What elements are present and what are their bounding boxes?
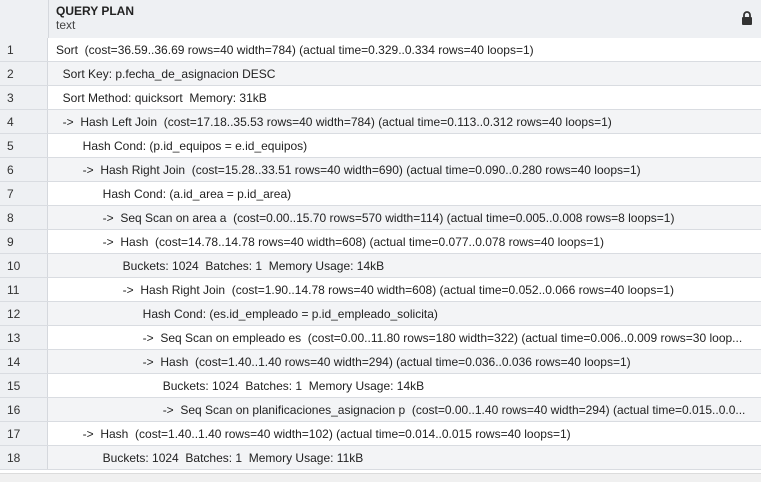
row-number: 10	[0, 254, 48, 277]
row-number: 2	[0, 62, 48, 85]
horizontal-scrollbar[interactable]	[0, 473, 761, 482]
row-number: 14	[0, 350, 48, 373]
query-plan-cell[interactable]: -> Hash (cost=1.40..1.40 rows=40 width=2…	[48, 350, 761, 373]
table-row[interactable]: 12 Hash Cond: (es.id_empleado = p.id_emp…	[0, 302, 761, 326]
query-plan-cell[interactable]: -> Hash (cost=14.78..14.78 rows=40 width…	[48, 230, 761, 253]
row-number: 5	[0, 134, 48, 157]
row-number: 16	[0, 398, 48, 421]
column-header-query-plan[interactable]: QUERY PLAN text	[49, 0, 761, 38]
query-plan-cell[interactable]: Buckets: 1024 Batches: 1 Memory Usage: 1…	[48, 254, 761, 277]
row-number: 13	[0, 326, 48, 349]
row-number: 3	[0, 86, 48, 109]
row-number: 8	[0, 206, 48, 229]
query-plan-cell[interactable]: Buckets: 1024 Batches: 1 Memory Usage: 1…	[48, 446, 761, 469]
query-plan-cell[interactable]: -> Hash (cost=1.40..1.40 rows=40 width=1…	[48, 422, 761, 445]
table-row[interactable]: 17 -> Hash (cost=1.40..1.40 rows=40 widt…	[0, 422, 761, 446]
lock-icon	[742, 11, 752, 25]
query-result-grid: QUERY PLAN text 1 Sort (cost=36.59..36.69…	[0, 0, 761, 482]
table-row[interactable]: 10 Buckets: 1024 Batches: 1 Memory Usage…	[0, 254, 761, 278]
row-number: 18	[0, 446, 48, 469]
table-row[interactable]: 16 -> Seq Scan on planificaciones_asigna…	[0, 398, 761, 422]
query-plan-cell[interactable]: Sort Method: quicksort Memory: 31kB	[48, 86, 761, 109]
row-number: 17	[0, 422, 48, 445]
table-row[interactable]: 18 Buckets: 1024 Batches: 1 Memory Usage…	[0, 446, 761, 470]
row-number: 6	[0, 158, 48, 181]
query-plan-cell[interactable]: -> Seq Scan on area a (cost=0.00..15.70 …	[48, 206, 761, 229]
query-plan-cell[interactable]: Hash Cond: (a.id_area = p.id_area)	[48, 182, 761, 205]
result-rows: 1 Sort (cost=36.59..36.69 rows=40 width=7…	[0, 38, 761, 470]
table-row[interactable]: 4 -> Hash Left Join (cost=17.18..35.53 r…	[0, 110, 761, 134]
table-row[interactable]: 6 -> Hash Right Join (cost=15.28..33.51 …	[0, 158, 761, 182]
row-number: 7	[0, 182, 48, 205]
query-plan-cell[interactable]: Sort (cost=36.59..36.69 rows=40 width=78…	[48, 38, 761, 61]
table-row[interactable]: 1 Sort (cost=36.59..36.69 rows=40 width=7…	[0, 38, 761, 62]
table-row[interactable]: 7 Hash Cond: (a.id_area = p.id_area)	[0, 182, 761, 206]
table-row[interactable]: 13 -> Seq Scan on empleado es (cost=0.00…	[0, 326, 761, 350]
table-row[interactable]: 9 -> Hash (cost=14.78..14.78 rows=40 wid…	[0, 230, 761, 254]
row-number: 15	[0, 374, 48, 397]
grid-header: QUERY PLAN text	[0, 0, 761, 39]
table-row[interactable]: 3 Sort Method: quicksort Memory: 31kB	[0, 86, 761, 110]
query-plan-cell[interactable]: Sort Key: p.fecha_de_asignacion DESC	[48, 62, 761, 85]
query-plan-cell[interactable]: -> Hash Left Join (cost=17.18..35.53 row…	[48, 110, 761, 133]
table-row[interactable]: 2 Sort Key: p.fecha_de_asignacion DESC	[0, 62, 761, 86]
query-plan-cell[interactable]: -> Hash Right Join (cost=1.90..14.78 row…	[48, 278, 761, 301]
table-row[interactable]: 15 Buckets: 1024 Batches: 1 Memory Usage…	[0, 374, 761, 398]
row-number: 12	[0, 302, 48, 325]
query-plan-cell[interactable]: -> Seq Scan on planificaciones_asignacio…	[48, 398, 761, 421]
table-row[interactable]: 8 -> Seq Scan on area a (cost=0.00..15.7…	[0, 206, 761, 230]
row-number: 11	[0, 278, 48, 301]
row-number: 9	[0, 230, 48, 253]
row-number: 1	[0, 38, 48, 61]
query-plan-cell[interactable]: Hash Cond: (p.id_equipos = e.id_equipos)	[48, 134, 761, 157]
table-row[interactable]: 11 -> Hash Right Join (cost=1.90..14.78 …	[0, 278, 761, 302]
query-plan-cell[interactable]: Buckets: 1024 Batches: 1 Memory Usage: 1…	[48, 374, 761, 397]
table-row[interactable]: 5 Hash Cond: (p.id_equipos = e.id_equipo…	[0, 134, 761, 158]
table-row[interactable]: 14 -> Hash (cost=1.40..1.40 rows=40 widt…	[0, 350, 761, 374]
query-plan-cell[interactable]: -> Hash Right Join (cost=15.28..33.51 ro…	[48, 158, 761, 181]
row-number: 4	[0, 110, 48, 133]
row-number-header	[0, 0, 49, 38]
query-plan-cell[interactable]: -> Seq Scan on empleado es (cost=0.00..1…	[48, 326, 761, 349]
column-type: text	[56, 18, 76, 32]
column-name: QUERY PLAN	[56, 4, 135, 18]
query-plan-cell[interactable]: Hash Cond: (es.id_empleado = p.id_emplea…	[48, 302, 761, 325]
